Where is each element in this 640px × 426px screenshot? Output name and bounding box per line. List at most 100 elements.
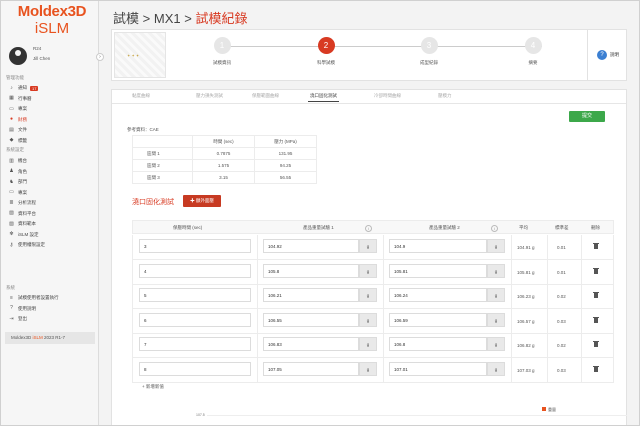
tab-5[interactable]: 壓模力 xyxy=(438,93,452,99)
weight2-input[interactable]: 106.59 xyxy=(389,312,487,327)
sidebar-item-items3-0[interactable]: ≡ 試模使用者設置執行 xyxy=(9,294,95,302)
unit-label: g xyxy=(359,337,377,351)
weight1-input[interactable]: 106.21 xyxy=(263,288,359,302)
trash-icon[interactable] xyxy=(593,291,599,299)
column-divider xyxy=(383,333,384,358)
weight1-input[interactable]: 104.92 xyxy=(263,239,359,253)
table-row: 5 106.21 g 106.24 g 106.23 g 0.02 xyxy=(132,284,614,309)
sidebar-collapse-button[interactable]: › xyxy=(96,53,104,61)
sidebar-item-items2-5[interactable]: ▨ 資料平台 xyxy=(9,210,95,218)
sidebar-item-label: 使用說明 xyxy=(18,305,36,311)
column-divider xyxy=(383,259,384,285)
weight2-input[interactable]: 106.8 xyxy=(389,337,487,351)
sidebar-item-items2-6[interactable]: ▧ 資料範本 xyxy=(9,220,95,228)
tab-3[interactable]: 澆口固化測試 xyxy=(308,93,339,102)
sidebar-item-items2-4[interactable]: ≣ 分析流程 xyxy=(9,199,95,207)
tab-1[interactable]: 壓力損失測試 xyxy=(196,93,223,99)
sidebar-item-items2-0[interactable]: ▥ 機台 xyxy=(9,157,95,165)
column-divider xyxy=(383,235,384,260)
template-icon: ▧ xyxy=(9,220,14,227)
key-icon: ⚷ xyxy=(9,241,14,248)
hold-time-input[interactable]: 5 xyxy=(139,288,251,302)
step-4[interactable]: 4 摘要 xyxy=(503,37,563,66)
weight2-input[interactable]: 104.9 xyxy=(389,239,487,253)
sidebar-item-label: 角色 xyxy=(18,168,27,174)
tab-bar: 黏度曲線 壓力損失測試 保壓範圍曲線 澆口固化測試 冷卻時間曲線 壓模力 xyxy=(112,90,626,104)
sidebar-item-items3-2[interactable]: ⇥ 登出 xyxy=(9,315,95,323)
average-value: 106.23 g xyxy=(517,294,535,299)
column-divider xyxy=(547,357,548,383)
sidebar-item-items2-7[interactable]: ✻ iSLM 設定 xyxy=(9,231,95,239)
info-icon[interactable]: i xyxy=(365,225,372,232)
step-1[interactable]: 1 試模資訊 xyxy=(192,37,252,66)
sidebar-item-items1-2[interactable]: ▭ 專案 xyxy=(9,105,95,113)
breadcrumb-mx1[interactable]: MX1 xyxy=(154,11,181,26)
weight1-input[interactable]: 106.55 xyxy=(263,312,359,327)
user-profile[interactable]: R24 Jill Chen xyxy=(7,45,95,69)
unit-label: g xyxy=(359,361,377,376)
hold-time-input[interactable]: 3 xyxy=(139,239,251,253)
column-divider xyxy=(547,308,548,334)
trash-icon[interactable] xyxy=(593,340,599,348)
stddev-value: 0.03 xyxy=(557,367,566,373)
weight2-input[interactable]: 107.01 xyxy=(389,361,487,376)
weight2-input[interactable]: 105.81 xyxy=(389,263,487,278)
breadcrumb-trial[interactable]: 試模 xyxy=(113,11,139,26)
trash-icon[interactable] xyxy=(593,267,599,275)
app-window: Moldex3D iSLM R24 Jill Chen 管理功能 ♪ 通知 17 ▦ 行事… xyxy=(0,0,640,426)
sidebar-item-items1-3[interactable]: ● 財務 xyxy=(9,116,95,124)
weight1-input[interactable]: 107.05 xyxy=(263,361,359,376)
version-label: Moldex3D iSLM 2023 R1-7 xyxy=(5,332,95,344)
sidebar-item-label: 分析流程 xyxy=(18,200,36,205)
doc-icon: ▤ xyxy=(9,126,14,133)
sidebar-item-items3-1[interactable]: ? 使用說明 xyxy=(9,305,95,313)
folder-icon: ▭ xyxy=(9,189,14,195)
submit-button[interactable]: 提交 xyxy=(569,111,605,122)
info-icon[interactable]: i xyxy=(491,225,498,232)
sidebar-item-items1-5[interactable]: ◆ 標籤 xyxy=(9,137,95,145)
column-divider xyxy=(257,308,258,334)
step-2[interactable]: 2 科學試模 xyxy=(296,37,356,66)
trash-icon[interactable] xyxy=(593,365,599,373)
weight1-input[interactable]: 105.8 xyxy=(263,263,359,278)
add-row-button[interactable]: + 新增新值 xyxy=(142,384,164,390)
step-label: 摘要 xyxy=(528,60,538,65)
hold-time-input[interactable]: 6 xyxy=(139,312,251,327)
tab-0[interactable]: 黏度曲線 xyxy=(132,93,150,99)
reference-table: 時間 (sec) 壓力 (MPa) 區間 1 0.7875 131.95 區間 21… xyxy=(132,135,317,184)
sidebar-item-items2-1[interactable]: ♟ 角色 xyxy=(9,168,95,176)
sidebar-item-items2-3[interactable]: ▭ 專案 xyxy=(9,189,95,197)
help-button[interactable]: ? 說明 xyxy=(587,29,627,81)
unit-label: g xyxy=(487,312,505,327)
chart-legend: 重量 xyxy=(542,407,556,413)
hold-time-input[interactable]: 4 xyxy=(139,263,251,278)
brand-name: Moldex3D xyxy=(17,3,87,20)
column-divider xyxy=(511,357,512,383)
sidebar-item-items1-0[interactable]: ♪ 通知 17 xyxy=(9,84,95,92)
step-3[interactable]: 3 成型紀錄 xyxy=(399,37,459,66)
sidebar-item-items1-1[interactable]: ▦ 行事曆 xyxy=(9,95,95,103)
sidebar-item-items2-2[interactable]: ♞ 部門 xyxy=(9,178,95,186)
average-value: 106.82 g xyxy=(517,343,535,348)
weight2-input[interactable]: 106.24 xyxy=(389,288,487,302)
tab-4[interactable]: 冷卻時間曲線 xyxy=(374,93,401,99)
sidebar-item-items1-4[interactable]: ▤ 文件 xyxy=(9,126,95,134)
weight1-input[interactable]: 106.83 xyxy=(263,337,359,351)
help-icon: ? xyxy=(597,50,607,60)
stddev-value: 0.03 xyxy=(557,318,566,324)
trash-icon[interactable] xyxy=(593,316,599,324)
column-divider xyxy=(257,284,258,309)
sidebar-item-label: 專案 xyxy=(18,189,27,195)
sidebar-item-items2-8[interactable]: ⚷ 使用權限設定 xyxy=(9,241,95,249)
unit-label: g xyxy=(359,312,377,327)
tag-icon: ◆ xyxy=(9,137,14,143)
trash-icon[interactable] xyxy=(593,242,599,250)
column-divider xyxy=(511,235,512,260)
user-icon: ♟ xyxy=(9,168,14,174)
hold-time-input[interactable]: 7 xyxy=(139,337,251,351)
hold-time-input[interactable]: 8 xyxy=(139,361,251,376)
alert-icon: ● xyxy=(9,116,14,122)
add-pressure-button[interactable]: ✚ 額外面壓 xyxy=(183,195,221,207)
tab-2[interactable]: 保壓範圍曲線 xyxy=(252,93,279,99)
step-label: 成型紀錄 xyxy=(420,60,438,65)
